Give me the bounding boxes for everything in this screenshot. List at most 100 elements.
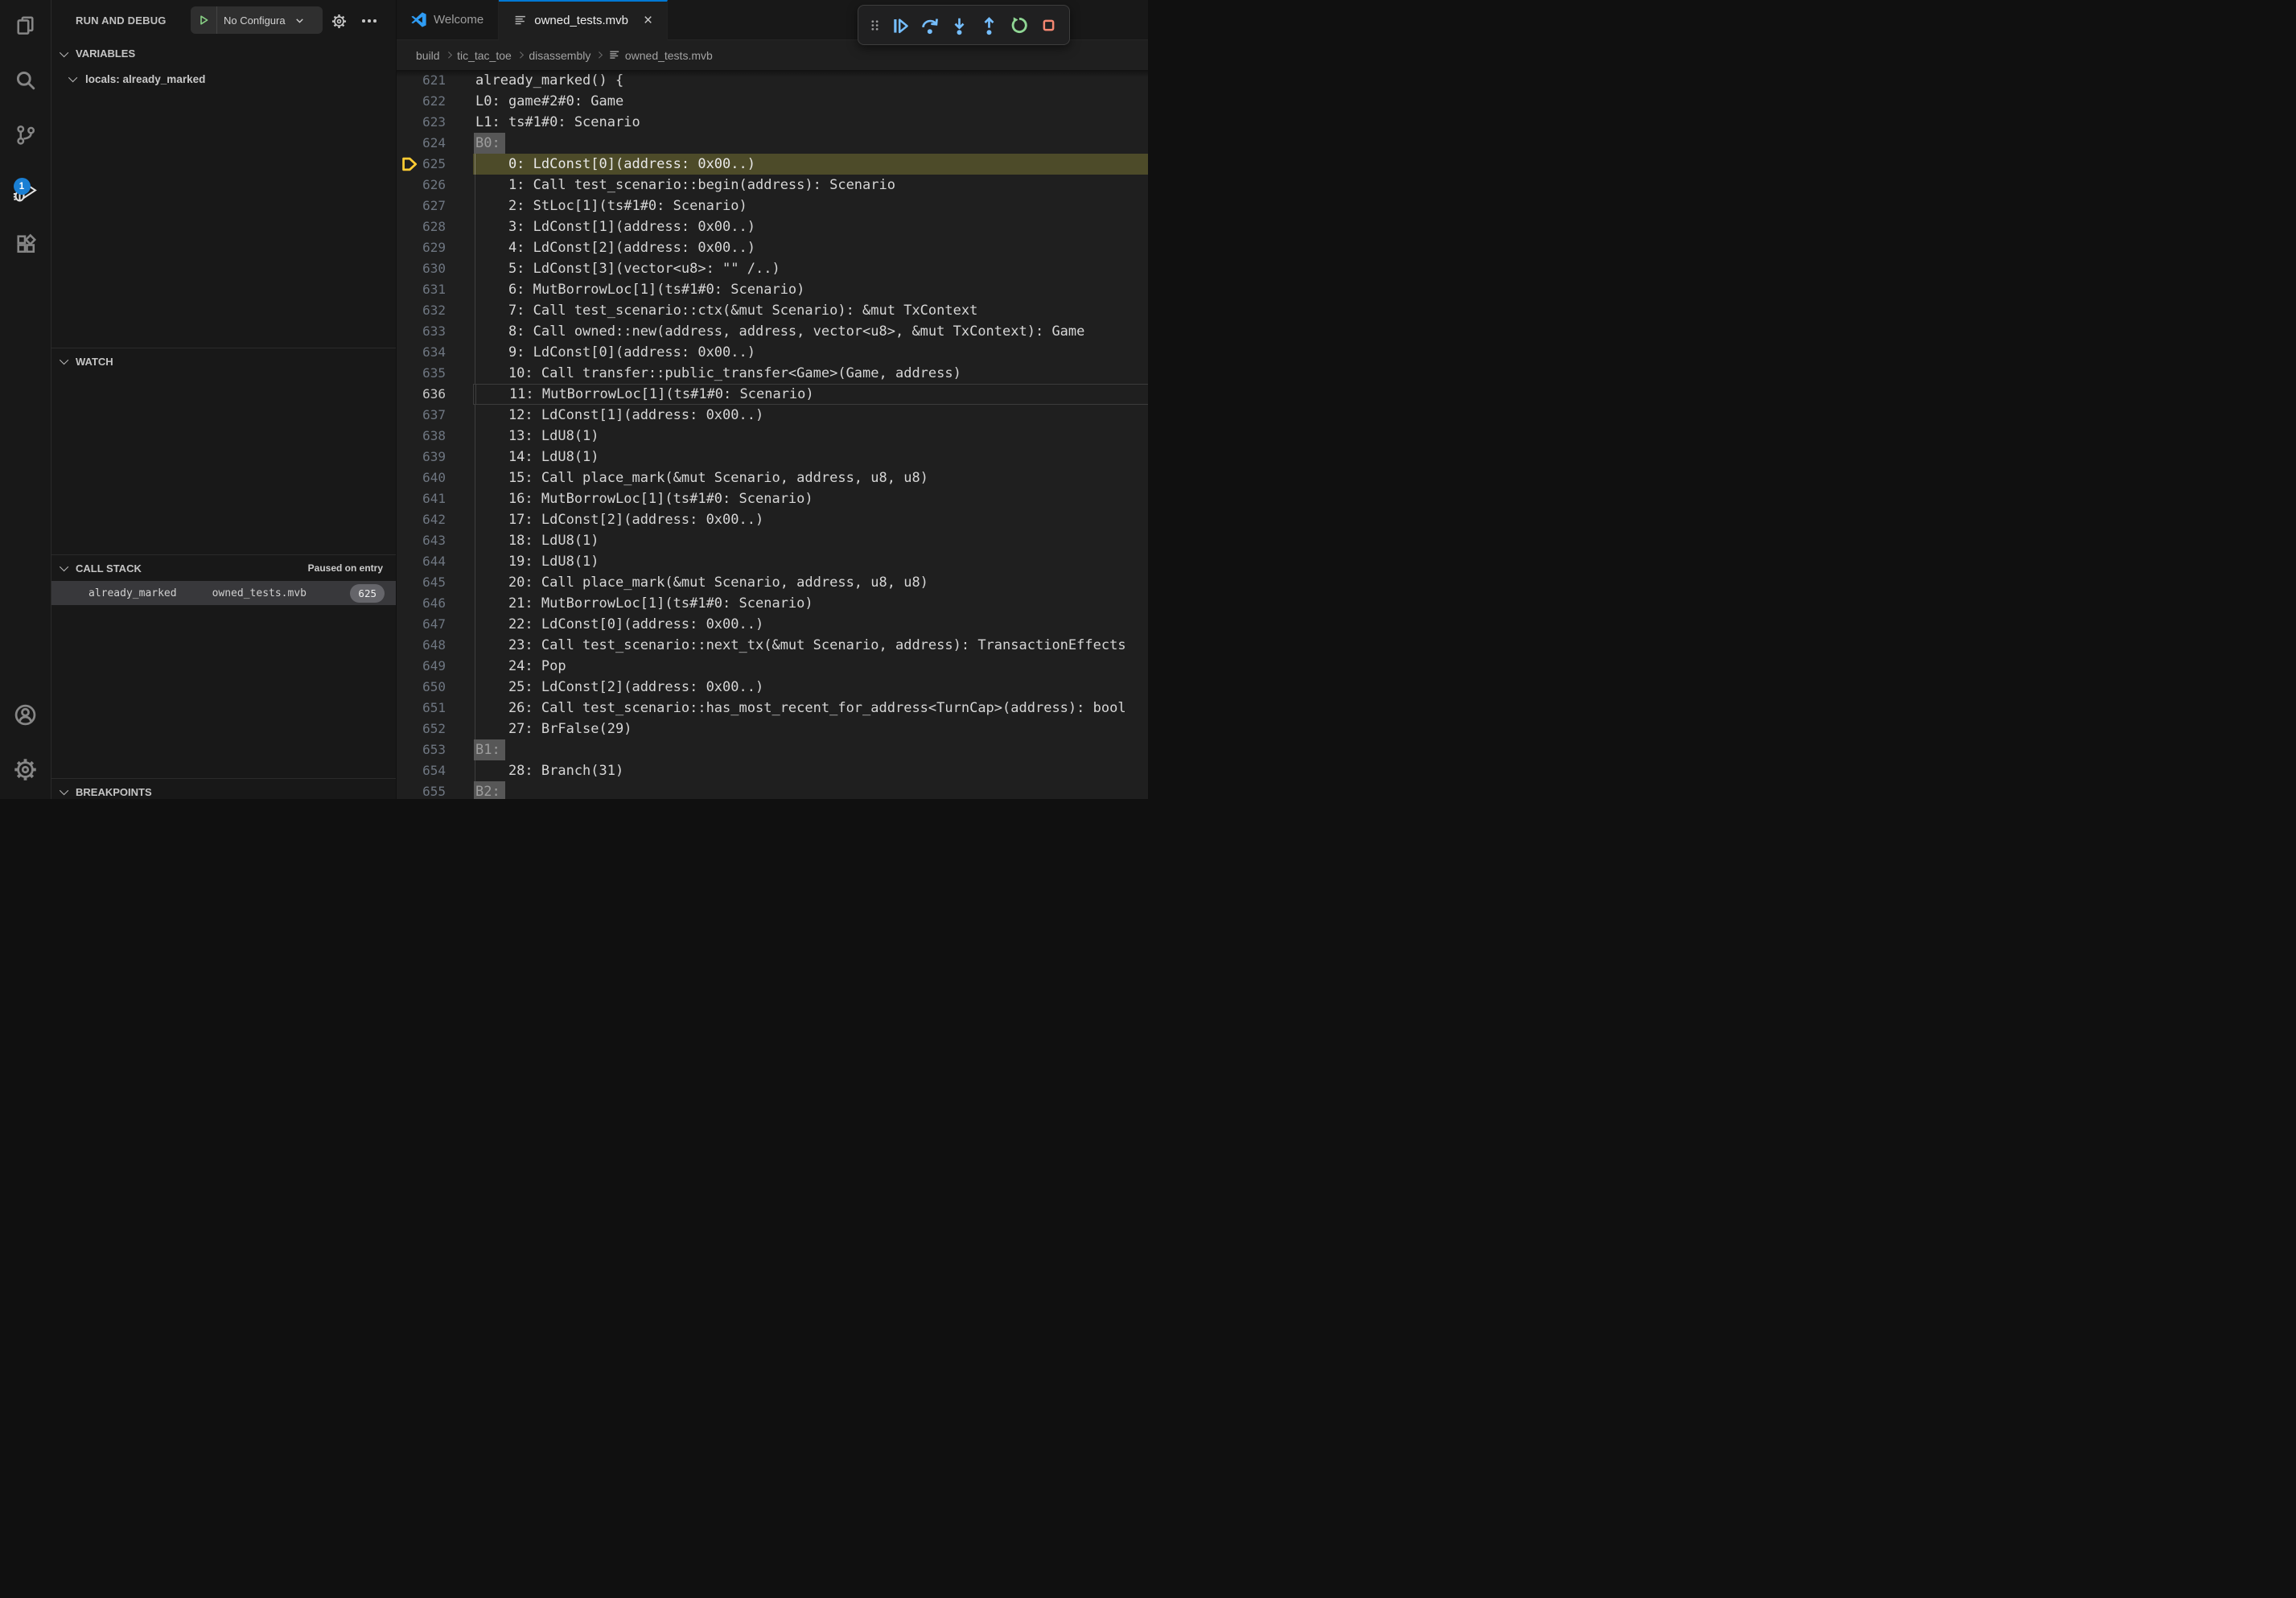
line-number[interactable]: 634 — [397, 342, 473, 363]
debug-settings-button[interactable] — [328, 10, 349, 31]
line-number[interactable]: 642 — [397, 509, 473, 530]
sidebar-item-source-control[interactable] — [0, 109, 51, 164]
toolbar-drag-handle[interactable] — [868, 14, 881, 36]
line-content[interactable]: 17: LdConst[2](address: 0x00..) — [473, 509, 1148, 530]
line-content[interactable]: 1: Call test_scenario::begin(address): S… — [473, 175, 1148, 196]
restart-button[interactable] — [1007, 14, 1030, 36]
line-content[interactable]: 22: LdConst[0](address: 0x00..) — [473, 614, 1148, 635]
line-number[interactable]: 650 — [397, 677, 473, 698]
line-content[interactable]: 7: Call test_scenario::ctx(&mut Scenario… — [473, 300, 1148, 321]
line-number[interactable]: 630 — [397, 258, 473, 279]
block-label-line[interactable]: B1: — [473, 739, 1148, 760]
line-number[interactable]: 626 — [397, 175, 473, 196]
line-content[interactable]: 3: LdConst[1](address: 0x00..) — [473, 216, 1148, 237]
tab-owned-tests[interactable]: owned_tests.mvb × — [499, 0, 668, 40]
line-number[interactable]: 655 — [397, 781, 473, 799]
breadcrumb-item-build[interactable]: build — [416, 49, 440, 62]
line-content[interactable]: 6: MutBorrowLoc[1](ts#1#0: Scenario) — [473, 279, 1148, 300]
tab-welcome[interactable]: Welcome — [397, 0, 499, 40]
line-number[interactable]: 622 — [397, 91, 473, 112]
line-content[interactable]: 24: Pop — [473, 656, 1148, 677]
line-number[interactable]: 644 — [397, 551, 473, 572]
line-number[interactable]: 636 — [397, 384, 473, 405]
manage-button[interactable] — [0, 744, 51, 799]
line-number[interactable]: 643 — [397, 530, 473, 551]
launch-configuration-dropdown[interactable]: No Configura — [191, 6, 323, 34]
line-number[interactable]: 651 — [397, 698, 473, 719]
line-content[interactable]: 25: LdConst[2](address: 0x00..) — [473, 677, 1148, 698]
line-number[interactable]: 648 — [397, 635, 473, 656]
sidebar-item-extensions[interactable] — [0, 219, 51, 274]
line-number[interactable]: 631 — [397, 279, 473, 300]
line-content[interactable]: 20: Call place_mark(&mut Scenario, addre… — [473, 572, 1148, 593]
line-number[interactable]: 652 — [397, 719, 473, 739]
line-number[interactable]: 645 — [397, 572, 473, 593]
call-stack-frame[interactable]: already_marked owned_tests.mvb 625 — [51, 581, 396, 605]
line-number[interactable]: 654 — [397, 760, 473, 781]
line-number[interactable]: 629 — [397, 237, 473, 258]
line-number[interactable]: 638 — [397, 426, 473, 447]
sidebar-item-run-and-debug[interactable]: 1 — [0, 164, 51, 219]
line-content[interactable]: 27: BrFalse(29) — [473, 719, 1148, 739]
line-content[interactable]: 2: StLoc[1](ts#1#0: Scenario) — [473, 196, 1148, 216]
line-number[interactable]: 621 — [397, 70, 473, 91]
line-content[interactable]: 15: Call place_mark(&mut Scenario, addre… — [473, 467, 1148, 488]
breadcrumb-item-tic-tac-toe[interactable]: tic_tac_toe — [457, 49, 512, 62]
line-number[interactable]: 649 — [397, 656, 473, 677]
line-number[interactable]: 625 — [397, 154, 473, 175]
line-content[interactable]: 9: LdConst[0](address: 0x00..) — [473, 342, 1148, 363]
line-content[interactable]: 0: LdConst[0](address: 0x00..) — [473, 154, 1148, 175]
stop-button[interactable] — [1037, 14, 1060, 36]
step-into-button[interactable] — [948, 14, 970, 36]
line-number[interactable]: 623 — [397, 112, 473, 133]
section-call-stack[interactable]: CALL STACK Paused on entry — [51, 554, 396, 581]
line-number[interactable]: 646 — [397, 593, 473, 614]
line-content[interactable]: 28: Branch(31) — [473, 760, 1148, 781]
variables-scope-locals[interactable]: locals: already_marked — [51, 68, 396, 90]
breadcrumb-item-disassembly[interactable]: disassembly — [529, 49, 590, 62]
line-content[interactable]: 8: Call owned::new(address, address, vec… — [473, 321, 1148, 342]
line-number[interactable]: 632 — [397, 300, 473, 321]
line-content[interactable]: 11: MutBorrowLoc[1](ts#1#0: Scenario) — [473, 384, 1148, 405]
line-number[interactable]: 641 — [397, 488, 473, 509]
line-content[interactable]: 19: LdU8(1) — [473, 551, 1148, 572]
line-number[interactable]: 653 — [397, 739, 473, 760]
line-content[interactable]: L1: ts#1#0: Scenario — [473, 112, 1148, 133]
line-content[interactable]: 14: LdU8(1) — [473, 447, 1148, 467]
section-variables[interactable]: VARIABLES — [51, 40, 396, 67]
section-breakpoints[interactable]: BREAKPOINTS — [51, 778, 396, 799]
line-content[interactable]: 18: LdU8(1) — [473, 530, 1148, 551]
line-number[interactable]: 647 — [397, 614, 473, 635]
line-number[interactable]: 635 — [397, 363, 473, 384]
line-content[interactable]: 12: LdConst[1](address: 0x00..) — [473, 405, 1148, 426]
line-number[interactable]: 633 — [397, 321, 473, 342]
breadcrumb-item-file[interactable]: owned_tests.mvb — [608, 49, 713, 62]
step-over-button[interactable] — [918, 14, 940, 36]
line-content[interactable]: 13: LdU8(1) — [473, 426, 1148, 447]
line-number[interactable]: 627 — [397, 196, 473, 216]
views-more-actions-button[interactable] — [359, 10, 380, 31]
step-out-button[interactable] — [977, 14, 1000, 36]
line-content[interactable]: 4: LdConst[2](address: 0x00..) — [473, 237, 1148, 258]
line-content[interactable]: 26: Call test_scenario::has_most_recent_… — [473, 698, 1148, 719]
line-number[interactable]: 628 — [397, 216, 473, 237]
close-icon[interactable]: × — [644, 13, 652, 28]
line-content[interactable]: 21: MutBorrowLoc[1](ts#1#0: Scenario) — [473, 593, 1148, 614]
line-content[interactable]: 10: Call transfer::public_transfer<Game>… — [473, 363, 1148, 384]
block-label-line[interactable]: B0: — [473, 133, 1148, 154]
line-number[interactable]: 637 — [397, 405, 473, 426]
line-number[interactable]: 624 — [397, 133, 473, 154]
line-number[interactable]: 639 — [397, 447, 473, 467]
line-content[interactable]: 16: MutBorrowLoc[1](ts#1#0: Scenario) — [473, 488, 1148, 509]
line-content[interactable]: 23: Call test_scenario::next_tx(&mut Sce… — [473, 635, 1148, 656]
continue-button[interactable] — [888, 14, 911, 36]
block-label-line[interactable]: B2: — [473, 781, 1148, 799]
section-watch[interactable]: WATCH — [51, 348, 396, 374]
sidebar-item-explorer[interactable] — [0, 0, 51, 55]
account-button[interactable] — [0, 690, 51, 744]
sidebar-item-search[interactable] — [0, 55, 51, 109]
start-debugging-button[interactable] — [191, 6, 217, 34]
line-content[interactable]: already_marked() { — [473, 70, 1148, 91]
line-content[interactable]: L0: game#2#0: Game — [473, 91, 1148, 112]
line-content[interactable]: 5: LdConst[3](vector<u8>: "" /..) — [473, 258, 1148, 279]
